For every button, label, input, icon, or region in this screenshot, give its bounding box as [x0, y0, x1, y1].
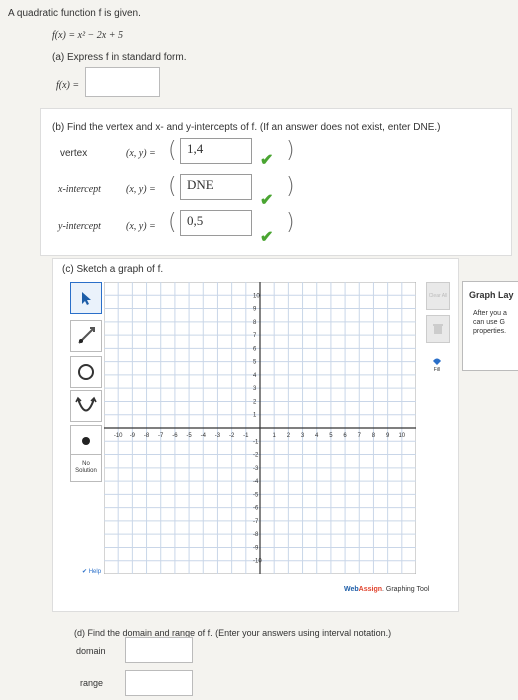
- xint-check-icon: ✔: [260, 192, 274, 209]
- point-icon: [82, 437, 90, 445]
- vertex-open-paren: (: [168, 138, 177, 163]
- yint-input[interactable]: 0,5: [180, 210, 252, 236]
- yint-open-paren: (: [168, 210, 177, 235]
- line-icon: [78, 327, 95, 344]
- fill-label: Fill: [433, 367, 441, 373]
- graph-plot[interactable]: -10 -9 -8 -7 -6 -5 -4 -3 -2 -1 1 2 3 4 5 6 7 8 9 1010987654…: [104, 282, 416, 574]
- y-tick-label: -1: [253, 439, 259, 445]
- x-tick-label: -4: [201, 433, 207, 439]
- xint-xy-label: (x, y) =: [126, 184, 156, 195]
- vertex-check-icon: ✔: [260, 152, 274, 169]
- x-tick-label: -9: [130, 433, 136, 439]
- y-tick-label: 10: [253, 293, 260, 299]
- function-definition: f(x) = x² − 2x + 5: [52, 30, 123, 41]
- trash-icon: [433, 324, 443, 334]
- parabola-tool[interactable]: [70, 390, 102, 422]
- pointer-icon: [82, 292, 91, 305]
- range-input[interactable]: [125, 670, 193, 696]
- part-a-prompt: (a) Express f in standard form.: [52, 52, 187, 63]
- delete-button[interactable]: [426, 315, 450, 343]
- x-tick-label: -5: [186, 433, 192, 439]
- yint-label: y-intercept: [58, 221, 101, 232]
- vertex-input[interactable]: 1,4: [180, 138, 252, 164]
- y-tick-label: -8: [253, 532, 259, 538]
- part-c-prompt: (c) Sketch a graph of f.: [62, 264, 164, 275]
- domain-input[interactable]: [125, 637, 193, 663]
- no-solution-button[interactable]: No Solution: [70, 454, 102, 482]
- x-tick-label: -8: [144, 433, 150, 439]
- graph-layers-panel: Graph Lay After you a can use G properti…: [462, 281, 518, 371]
- vertex-close-paren: ): [286, 138, 295, 163]
- x-tick-label: -3: [215, 433, 221, 439]
- part-b-prompt: (b) Find the vertex and x- and y-interce…: [52, 122, 441, 133]
- vertex-label: vertex: [60, 148, 88, 159]
- y-tick-label: -2: [253, 453, 259, 459]
- y-tick-label: -9: [253, 545, 259, 551]
- x-tick-label: -7: [158, 433, 164, 439]
- graph-layers-text-2: can use G: [473, 319, 505, 326]
- parabola-icon: [75, 396, 97, 412]
- domain-label: domain: [76, 646, 106, 656]
- x-tick-label: -10: [114, 433, 123, 439]
- fx-label: f(x) =: [56, 80, 80, 91]
- xint-label: x-intercept: [58, 184, 101, 195]
- yint-close-paren: ): [286, 210, 295, 235]
- yint-check-icon: ✔: [260, 229, 274, 246]
- fill-button[interactable]: Fill: [426, 350, 448, 378]
- point-tool[interactable]: [70, 425, 102, 457]
- webassign-brand: WebAssign. Graphing Tool: [344, 586, 430, 593]
- pointer-tool[interactable]: [70, 282, 102, 314]
- vertex-xy-label: (x, y) =: [126, 148, 156, 159]
- y-tick-label: -6: [253, 506, 259, 512]
- y-tick-label: -7: [253, 519, 259, 525]
- x-tick-label: -1: [243, 433, 249, 439]
- circle-icon: [78, 364, 94, 380]
- x-tick-label: -6: [172, 433, 178, 439]
- graph-layers-text-1: After you a: [473, 310, 507, 317]
- xint-open-paren: (: [168, 174, 177, 199]
- intro-text: A quadratic function f is given.: [8, 8, 141, 19]
- y-tick-label: -4: [253, 479, 259, 485]
- graph-layers-text-3: properties.: [473, 328, 507, 335]
- help-icon[interactable]: ✔ Help: [82, 568, 101, 575]
- xint-close-paren: ): [286, 174, 295, 199]
- graph-layers-title: Graph Lay: [469, 290, 514, 300]
- part-d-prompt: (d) Find the domain and range of f. (Ent…: [74, 628, 392, 638]
- standard-form-input[interactable]: [85, 67, 160, 97]
- y-tick-label: -5: [253, 492, 259, 498]
- fill-icon: [433, 358, 441, 365]
- line-tool[interactable]: [70, 320, 102, 352]
- y-tick-label: -10: [253, 559, 262, 565]
- x-tick-label: -2: [229, 433, 235, 439]
- circle-tool[interactable]: [70, 356, 102, 388]
- xint-input[interactable]: DNE: [180, 174, 252, 200]
- range-label: range: [80, 678, 104, 688]
- x-tick-label: 10: [398, 433, 405, 439]
- y-tick-label: -3: [253, 466, 259, 472]
- yint-xy-label: (x, y) =: [126, 221, 156, 232]
- clear-all-button[interactable]: Clear All: [426, 282, 450, 310]
